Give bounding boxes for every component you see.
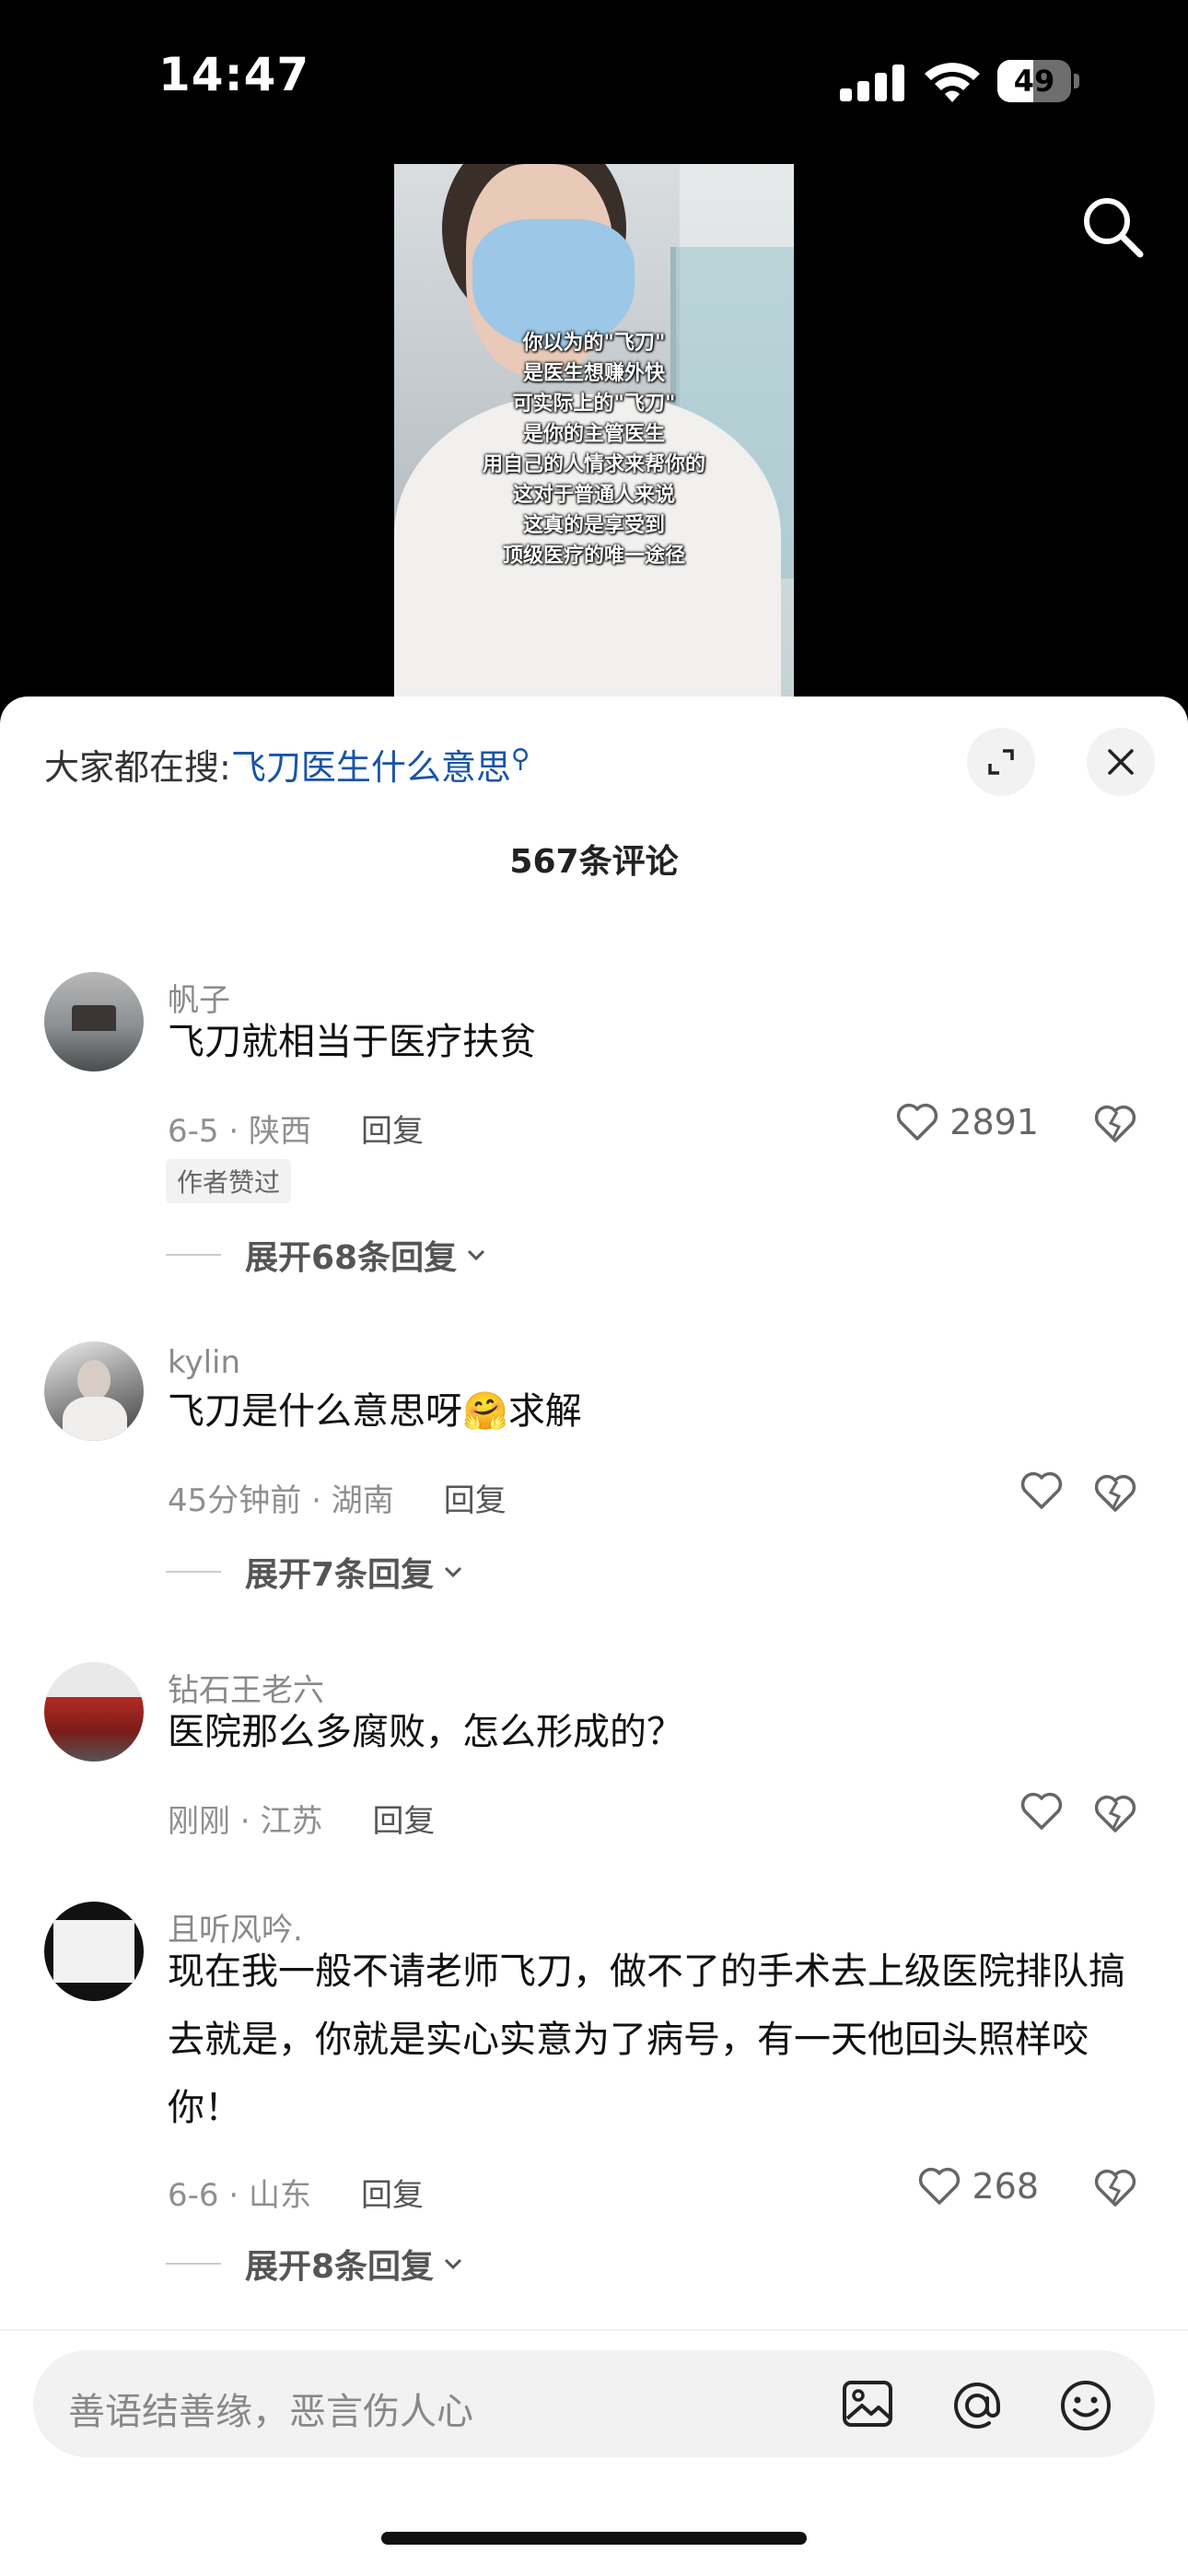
close-button[interactable] xyxy=(1087,728,1155,796)
comment-date: 刚刚 xyxy=(168,1803,230,1840)
comment-date: 6-5 xyxy=(168,1113,219,1150)
comments-sheet: 大家都在搜:飞刀医生什么意思⚲ 567条评论 帆子 飞刀就相当于医疗扶贫 6-5… xyxy=(0,697,1188,2576)
video-player[interactable]: 你以为的"飞刀" 是医生想赚外快 可实际上的"飞刀" 是你的主管医生 用自己的人… xyxy=(394,164,794,697)
reply-button[interactable]: 回复 xyxy=(372,1803,435,1840)
cellular-signal-icon xyxy=(840,64,904,101)
expand-replies-label: 展开8条回复 xyxy=(245,2248,435,2286)
search-icon[interactable] xyxy=(1077,192,1147,262)
emoji-icon[interactable] xyxy=(1057,2378,1114,2433)
hug-emoji: 🤗 xyxy=(462,1390,508,1433)
comment-location: 湖南 xyxy=(331,1482,394,1519)
search-icon: ⚲ xyxy=(510,743,530,774)
home-indicator[interactable] xyxy=(381,2532,807,2545)
wifi-icon xyxy=(925,63,980,102)
expand-replies[interactable]: 展开68条回复 xyxy=(166,1231,488,1279)
dislike-icon[interactable] xyxy=(1094,1795,1136,1833)
at-icon[interactable] xyxy=(949,2378,1006,2433)
like-count: 268 xyxy=(972,2166,1039,2207)
heart-icon xyxy=(897,1103,938,1141)
comment-location: 陕西 xyxy=(248,1113,311,1150)
avatar[interactable] xyxy=(44,1902,144,2001)
dislike-icon[interactable] xyxy=(1094,1474,1136,1513)
comment-meta: 6-6 · 山东 回复 xyxy=(168,2177,424,2214)
image-icon[interactable] xyxy=(840,2378,895,2431)
status-time: 14:47 xyxy=(158,48,310,101)
close-icon xyxy=(1108,749,1134,775)
comment-location: 山东 xyxy=(248,2177,311,2214)
chevron-down-icon xyxy=(445,2258,462,2270)
comment-meta: 6-5 · 陕西 回复 xyxy=(168,1113,424,1150)
chevron-down-icon xyxy=(468,1249,485,1261)
comment-meta: 刚刚 · 江苏 回复 xyxy=(168,1803,436,1840)
like-button[interactable]: 2891 xyxy=(896,1102,1039,1142)
heart-icon xyxy=(1020,1792,1063,1830)
comment-text: 现在我一般不请老师飞刀，做不了的手术去上级医院排队搞去就是，你就是实心实意为了病… xyxy=(168,1950,1125,2129)
battery-percent: 49 xyxy=(1013,64,1055,99)
fullscreen-button[interactable] xyxy=(967,728,1035,796)
battery-indicator: 49 xyxy=(997,60,1080,102)
heart-icon xyxy=(1020,1471,1063,1509)
comment-location: 江苏 xyxy=(260,1803,323,1840)
dislike-icon[interactable] xyxy=(1094,1105,1136,1143)
avatar[interactable] xyxy=(44,1341,144,1441)
reply-button[interactable]: 回复 xyxy=(444,1482,507,1519)
hot-search-prefix: 大家都在搜: xyxy=(44,747,231,788)
like-button[interactable] xyxy=(1020,1792,1063,1831)
comment-date: 6-6 xyxy=(168,2177,219,2214)
comment-text: 飞刀是什么意思呀🤗求解 xyxy=(168,1390,582,1433)
dislike-icon[interactable] xyxy=(1094,2169,1136,2207)
like-button[interactable]: 268 xyxy=(918,2166,1039,2207)
like-count: 2891 xyxy=(949,1102,1039,1142)
chevron-down-icon xyxy=(445,1566,462,1578)
heart-icon xyxy=(919,2167,961,2205)
expand-replies-label: 展开68条回复 xyxy=(245,1239,458,1277)
avatar[interactable] xyxy=(44,972,144,1071)
comment-text: 医院那么多腐败，怎么形成的？ xyxy=(168,1711,683,1753)
reply-button[interactable]: 回复 xyxy=(361,1113,424,1150)
fullscreen-icon xyxy=(988,749,1014,775)
comment-count: 567条评论 xyxy=(509,843,679,881)
video-caption: 你以为的"飞刀" 是医生想赚外快 可实际上的"飞刀" 是你的主管医生 用自己的人… xyxy=(482,332,705,568)
author-liked-badge: 作者赞过 xyxy=(166,1159,292,1203)
expand-replies[interactable]: 展开7条回复 xyxy=(166,1548,465,1596)
comment-username[interactable]: kylin xyxy=(168,1344,240,1381)
divider xyxy=(0,2329,1188,2331)
reply-button[interactable]: 回复 xyxy=(361,2177,424,2214)
hot-search[interactable]: 大家都在搜:飞刀医生什么意思⚲ xyxy=(44,739,530,790)
comment-input[interactable]: 善语结善缘，恶言伤人心 xyxy=(33,2350,1155,2457)
like-button[interactable] xyxy=(1020,1471,1063,1510)
avatar[interactable] xyxy=(44,1662,144,1762)
comment-input-placeholder: 善语结善缘，恶言伤人心 xyxy=(68,2391,473,2433)
comment-date: 45分钟前 xyxy=(168,1482,302,1519)
expand-replies-label: 展开7条回复 xyxy=(245,1556,435,1594)
comment-meta: 45分钟前 · 湖南 回复 xyxy=(168,1482,507,1519)
expand-replies[interactable]: 展开8条回复 xyxy=(166,2240,465,2288)
hot-search-term[interactable]: 飞刀医生什么意思 xyxy=(231,747,511,788)
comment-text: 飞刀就相当于医疗扶贫 xyxy=(168,1021,536,1063)
